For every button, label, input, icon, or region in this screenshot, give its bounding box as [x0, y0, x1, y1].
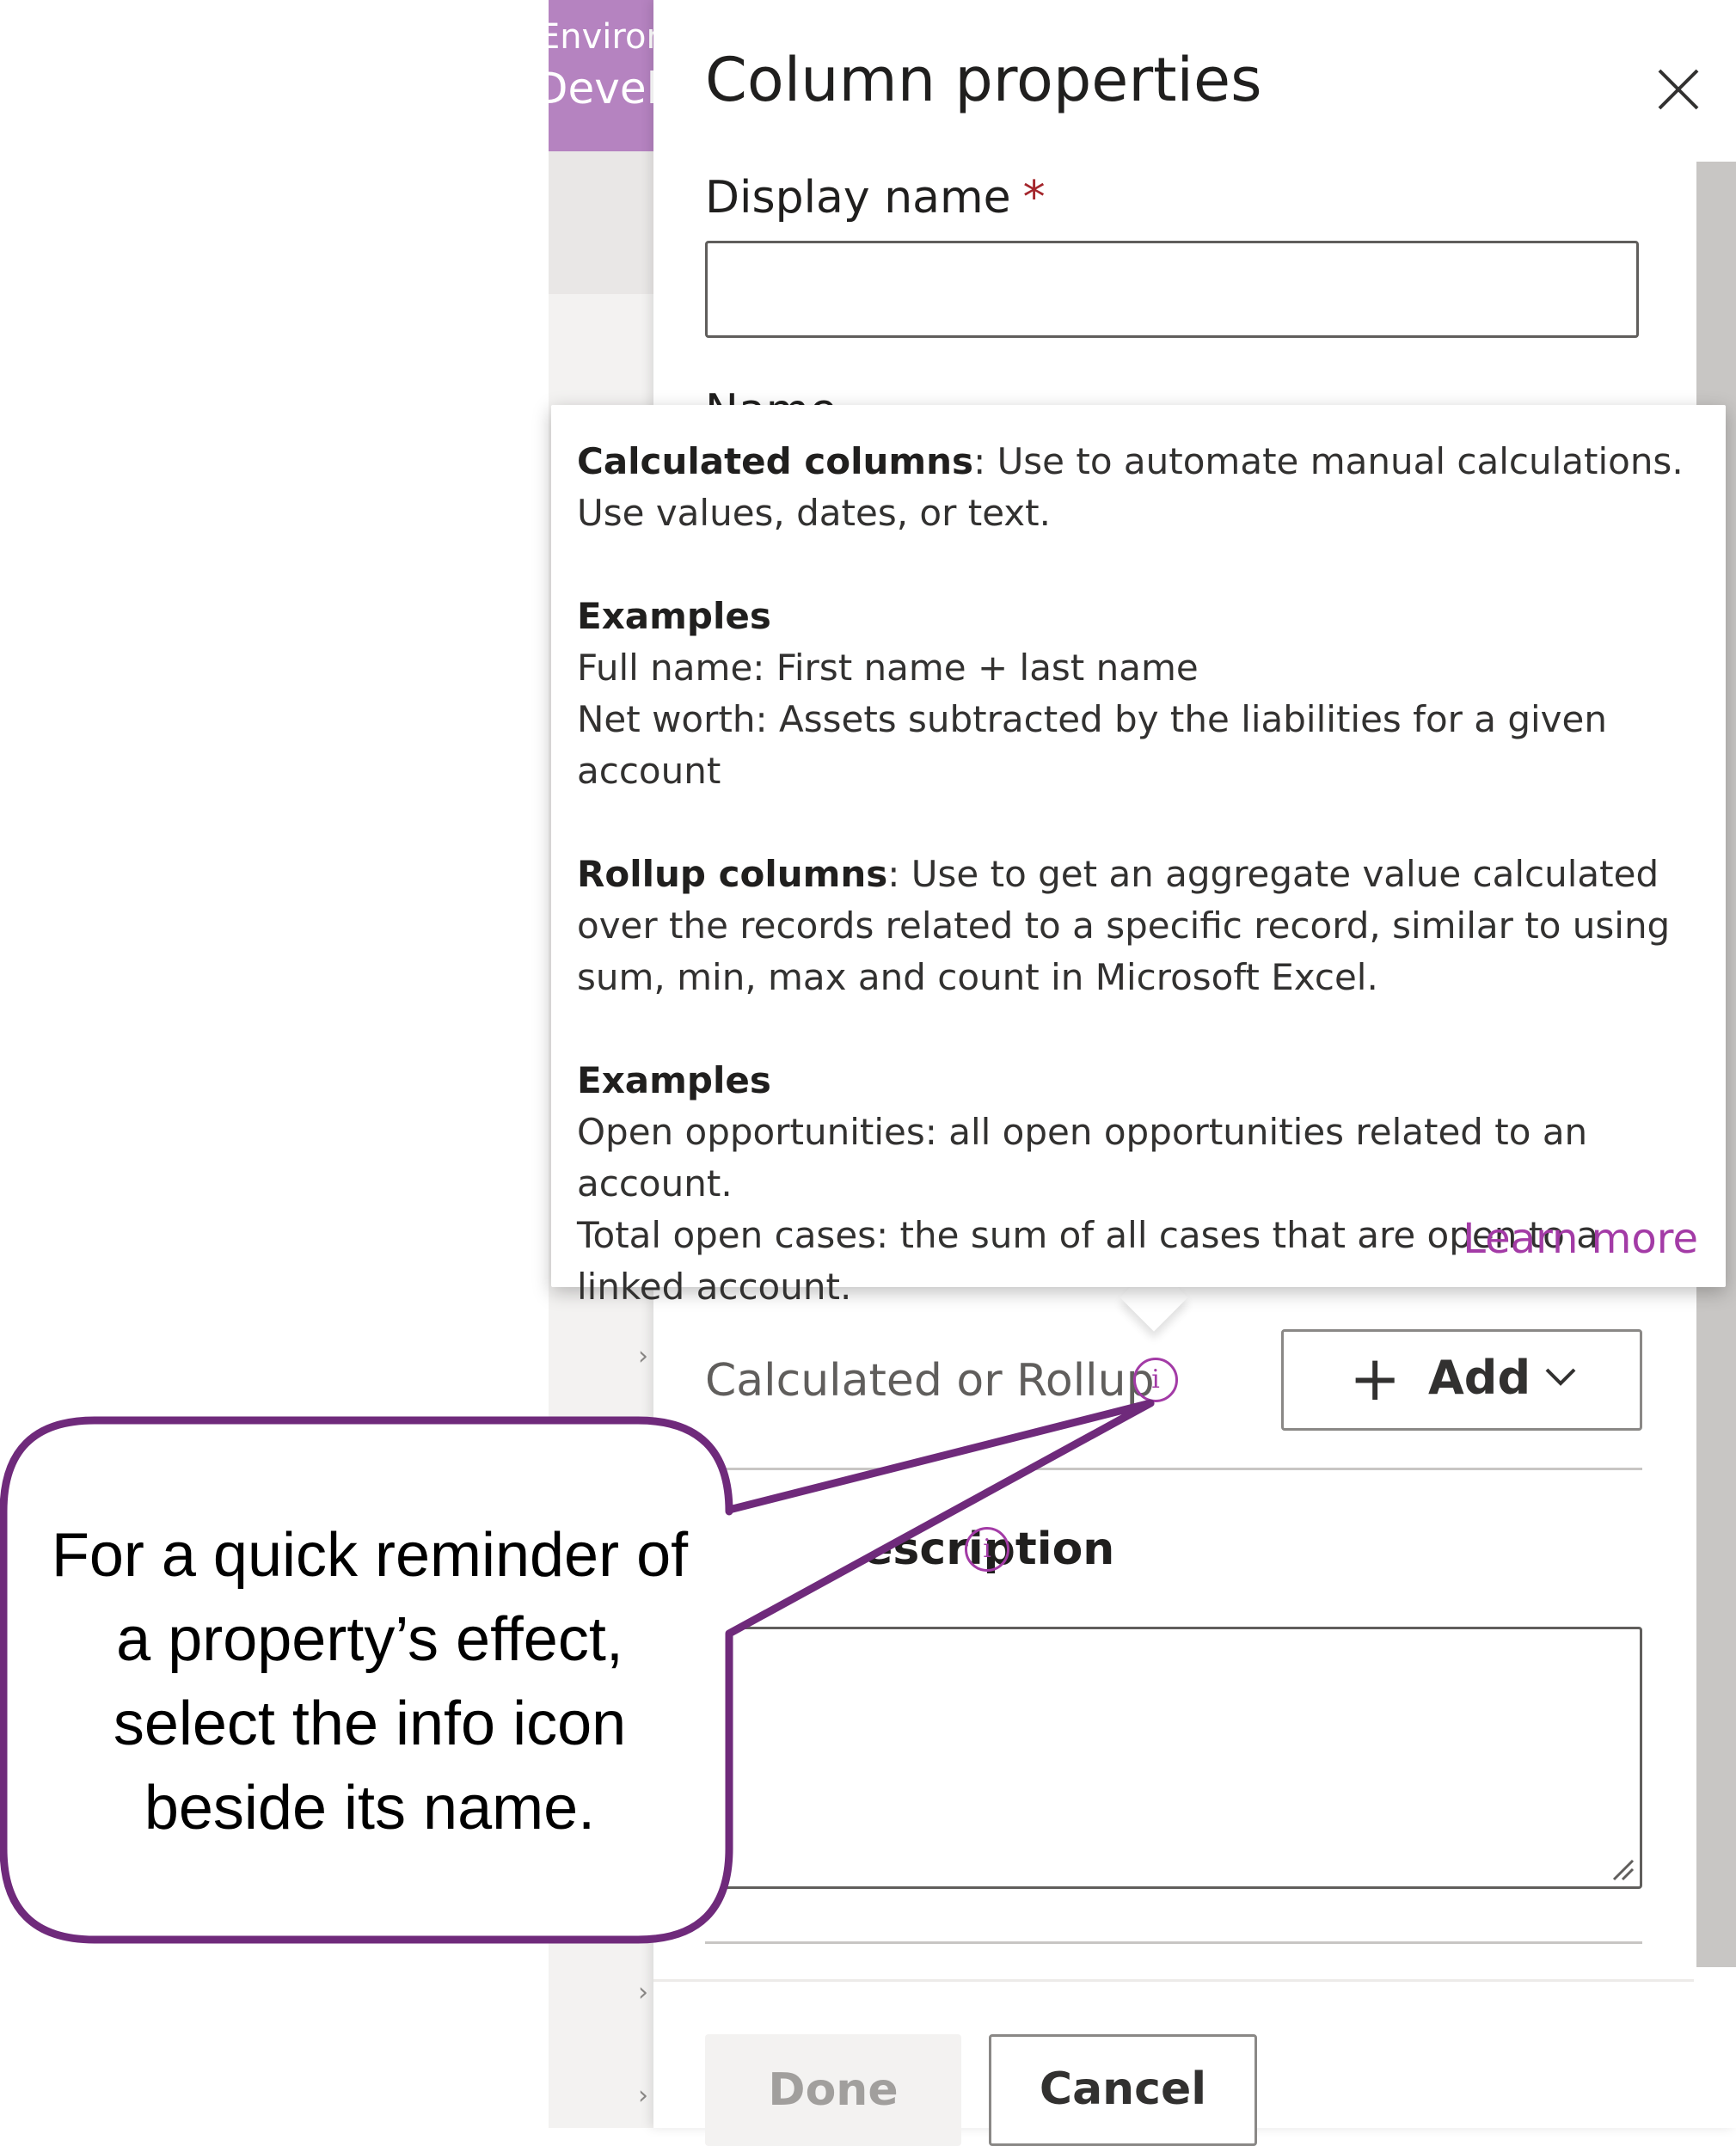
plus-icon: +	[1349, 1342, 1402, 1414]
display-name-input[interactable]	[705, 241, 1639, 338]
done-button[interactable]: Done	[705, 2034, 961, 2146]
info-tooltip: Calculated columns: Use to automate manu…	[551, 405, 1726, 1308]
tooltip-examples-heading: Examples	[577, 1059, 771, 1101]
chevron-icon: ›	[638, 1341, 648, 1371]
section-divider	[705, 1941, 1642, 1944]
tooltip-body: Calculated columns: Use to automate manu…	[577, 436, 1712, 1313]
background-command-area	[549, 151, 653, 294]
chevron-icon: ›	[638, 1977, 648, 2008]
tooltip-examples-heading: Examples	[577, 595, 771, 637]
info-icon[interactable]: i	[965, 1527, 1009, 1572]
display-name-label-text: Display name	[705, 172, 1011, 224]
environment-name: Developer	[549, 64, 653, 113]
cancel-button[interactable]: Cancel	[989, 2034, 1257, 2146]
footer-divider	[653, 1979, 1694, 1982]
callout-text: For a quick reminder of a property’s eff…	[51, 1521, 689, 1842]
section-divider	[705, 1468, 1642, 1470]
chevron-icon: ›	[638, 2081, 648, 2111]
tooltip-calc-title: Calculated columns	[577, 440, 974, 482]
tooltip-rollup-title: Rollup columns	[577, 853, 888, 895]
tooltip-calc-paragraph: Calculated columns: Use to automate manu…	[577, 436, 1712, 539]
close-icon[interactable]	[1654, 65, 1702, 113]
calculated-rollup-label: Calculated or Rollup	[705, 1355, 1155, 1407]
add-button[interactable]: + Add	[1281, 1329, 1642, 1431]
add-button-label: Add	[1428, 1351, 1531, 1405]
tooltip-example: Net worth: Assets subtracted by the liab…	[577, 698, 1607, 792]
environment-label: Environment	[549, 17, 653, 57]
learn-more-link[interactable]: Learn more	[1463, 1215, 1698, 1263]
resize-grip-icon[interactable]	[1607, 1854, 1635, 1881]
description-textarea[interactable]	[705, 1627, 1642, 1889]
tooltip-example: Full name: First name + last name	[577, 647, 1199, 689]
tooltip-example: Open opportunities: all open opportuniti…	[577, 1111, 1588, 1205]
required-marker: *	[1022, 172, 1046, 224]
info-icon[interactable]: i	[1133, 1358, 1178, 1402]
chevron-down-icon	[1545, 1368, 1576, 1386]
panel-title: Column properties	[705, 45, 1262, 115]
tooltip-rollup-paragraph: Rollup columns: Use to get an aggregate …	[577, 849, 1712, 1003]
display-name-label: Display name *	[705, 172, 1046, 224]
environment-banner[interactable]: Environment Developer	[549, 0, 653, 151]
